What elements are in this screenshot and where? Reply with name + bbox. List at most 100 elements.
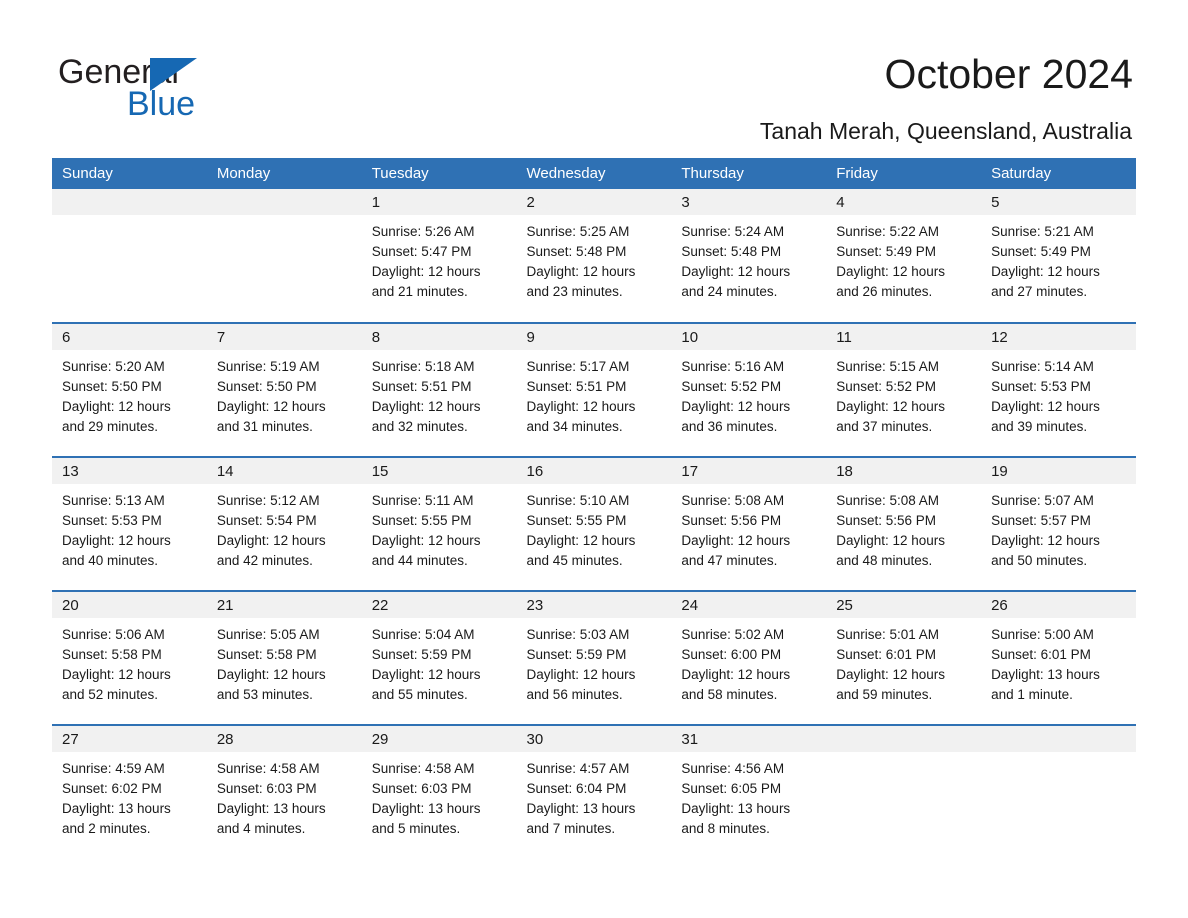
day-sunrise-text: Sunrise: 4:57 AM bbox=[526, 761, 630, 776]
day-daylight1-text: Daylight: 13 hours bbox=[991, 667, 1100, 682]
calendar-day-cell[interactable]: 15 Sunrise: 5:11 AM Sunset: 5:55 PM Dayligh… bbox=[361, 456, 517, 591]
day-number: 5 bbox=[981, 189, 1136, 215]
day-sunrise-text: Sunrise: 5:17 AM bbox=[526, 359, 630, 374]
calendar-day-cell[interactable]: 6 Sunrise: 5:20 AM Sunset: 5:50 PM Daylight… bbox=[52, 322, 207, 457]
day-sunrise-text: Sunrise: 5:21 AM bbox=[991, 224, 1094, 239]
calendar-day-cell[interactable]: 5 Sunrise: 5:21 AM Sunset: 5:49 PM Daylight… bbox=[981, 189, 1136, 323]
calendar-day-cell[interactable]: 28 Sunrise: 4:58 AM Sunset: 6:03 PM Dayligh… bbox=[206, 724, 362, 859]
day-number: 25 bbox=[826, 592, 982, 618]
day-daylight2-text: and 7 minutes. bbox=[526, 821, 616, 836]
day-number bbox=[52, 189, 207, 215]
calendar-day-cell[interactable]: 14 Sunrise: 5:12 AM Sunset: 5:54 PM Dayligh… bbox=[206, 456, 362, 591]
day-daylight2-text: and 44 minutes. bbox=[371, 553, 468, 568]
calendar-week-row: 27 Sunrise: 4:59 AM Sunset: 6:02 PM Dayligh… bbox=[52, 724, 1136, 859]
day-sunset-text: Sunset: 5:47 PM bbox=[371, 244, 472, 259]
day-sun-info: Sunrise: 4:58 AM Sunset: 6:03 PM Daylight:… bbox=[362, 752, 517, 839]
calendar-day-cell[interactable]: 10 Sunrise: 5:16 AM Sunset: 5:52 PM Dayligh… bbox=[671, 322, 827, 457]
calendar-day-cell[interactable]: 17 Sunrise: 5:08 AM Sunset: 5:56 PM Dayligh… bbox=[671, 456, 827, 591]
day-sunset-text: Sunset: 5:59 PM bbox=[371, 647, 472, 662]
day-sunrise-text: Sunrise: 5:25 AM bbox=[526, 224, 630, 239]
calendar-day-cell[interactable]: 30 Sunrise: 4:57 AM Sunset: 6:04 PM Dayligh… bbox=[516, 724, 672, 859]
day-daylight1-text: Daylight: 12 hours bbox=[62, 533, 171, 548]
page-title: October 2024 bbox=[884, 51, 1133, 97]
day-daylight2-text: and 31 minutes. bbox=[216, 419, 313, 434]
day-daylight1-text: Daylight: 13 hours bbox=[681, 801, 791, 816]
calendar-day-cell[interactable]: 27 Sunrise: 4:59 AM Sunset: 6:02 PM Dayligh… bbox=[52, 724, 207, 859]
day-number: 31 bbox=[671, 726, 827, 752]
day-daylight2-text: and 55 minutes. bbox=[371, 687, 468, 702]
day-number: 8 bbox=[361, 324, 517, 350]
day-sunrise-text: Sunrise: 5:26 AM bbox=[371, 224, 475, 239]
day-sunrise-text: Sunrise: 5:07 AM bbox=[991, 493, 1094, 508]
calendar-day-cell[interactable]: 31 Sunrise: 4:56 AM Sunset: 6:05 PM Dayligh… bbox=[671, 724, 827, 859]
calendar-day-cell[interactable]: 2 Sunrise: 5:25 AM Sunset: 5:48 PM Daylight… bbox=[516, 189, 672, 323]
day-sun-info: Sunrise: 5:08 AM Sunset: 5:56 PM Daylight:… bbox=[671, 484, 826, 571]
day-sunset-text: Sunset: 5:51 PM bbox=[371, 379, 472, 394]
day-sunrise-text: Sunrise: 5:14 AM bbox=[991, 359, 1094, 374]
calendar-day-cell[interactable]: 21 Sunrise: 5:05 AM Sunset: 5:58 PM Dayligh… bbox=[206, 590, 362, 725]
day-daylight1-text: Daylight: 12 hours bbox=[681, 264, 791, 279]
calendar-day-cell[interactable]: 9 Sunrise: 5:17 AM Sunset: 5:51 PM Daylight… bbox=[516, 322, 672, 457]
day-sun-info: Sunrise: 5:05 AM Sunset: 5:58 PM Daylight:… bbox=[207, 618, 362, 705]
general-blue-logo[interactable]: General Blue bbox=[58, 52, 358, 124]
day-sun-info: Sunrise: 5:12 AM Sunset: 5:54 PM Daylight:… bbox=[207, 484, 362, 571]
calendar-day-cell[interactable]: 24 Sunrise: 5:02 AM Sunset: 6:00 PM Dayligh… bbox=[671, 590, 827, 725]
calendar-day-cell[interactable]: 8 Sunrise: 5:18 AM Sunset: 5:51 PM Daylight… bbox=[361, 322, 517, 457]
day-sunrise-text: Sunrise: 5:13 AM bbox=[62, 493, 165, 508]
day-sunset-text: Sunset: 6:03 PM bbox=[371, 781, 472, 796]
day-sun-info bbox=[826, 752, 981, 759]
day-number: 30 bbox=[516, 726, 672, 752]
day-sunset-text: Sunset: 6:03 PM bbox=[216, 781, 317, 796]
day-daylight1-text: Daylight: 12 hours bbox=[991, 533, 1100, 548]
calendar-day-cell[interactable]: 20 Sunrise: 5:06 AM Sunset: 5:58 PM Dayligh… bbox=[52, 590, 207, 725]
calendar-day-cell[interactable]: 13 Sunrise: 5:13 AM Sunset: 5:53 PM Dayligh… bbox=[52, 456, 207, 591]
day-daylight2-text: and 39 minutes. bbox=[991, 419, 1088, 434]
day-daylight1-text: Daylight: 13 hours bbox=[216, 801, 326, 816]
calendar-day-cell[interactable]: 18 Sunrise: 5:08 AM Sunset: 5:56 PM Dayligh… bbox=[826, 456, 982, 591]
day-number: 22 bbox=[361, 592, 517, 618]
day-sunset-text: Sunset: 5:49 PM bbox=[991, 244, 1091, 259]
day-number bbox=[206, 189, 362, 215]
day-sunrise-text: Sunrise: 4:58 AM bbox=[371, 761, 475, 776]
day-daylight1-text: Daylight: 12 hours bbox=[991, 264, 1100, 279]
calendar-day-cell[interactable]: 11 Sunrise: 5:15 AM Sunset: 5:52 PM Dayligh… bbox=[826, 322, 982, 457]
day-sun-info: Sunrise: 5:25 AM Sunset: 5:48 PM Daylight:… bbox=[517, 215, 672, 302]
day-sun-info: Sunrise: 5:14 AM Sunset: 5:53 PM Daylight:… bbox=[981, 350, 1136, 437]
calendar-day-cell[interactable]: 3 Sunrise: 5:24 AM Sunset: 5:48 PM Daylight… bbox=[671, 189, 827, 323]
day-number: 1 bbox=[361, 189, 517, 215]
day-daylight2-text: and 48 minutes. bbox=[836, 553, 933, 568]
day-number: 4 bbox=[826, 189, 982, 215]
day-number: 24 bbox=[671, 592, 827, 618]
day-sunrise-text: Sunrise: 5:10 AM bbox=[526, 493, 630, 508]
day-daylight1-text: Daylight: 12 hours bbox=[526, 667, 636, 682]
day-daylight2-text: and 40 minutes. bbox=[62, 553, 159, 568]
calendar-day-cell[interactable]: 4 Sunrise: 5:22 AM Sunset: 5:49 PM Daylight… bbox=[826, 189, 982, 323]
day-sunset-text: Sunset: 5:50 PM bbox=[62, 379, 162, 394]
weekday-header-wednesday: Wednesday bbox=[516, 158, 672, 189]
day-sunset-text: Sunset: 5:48 PM bbox=[526, 244, 627, 259]
calendar-day-cell[interactable]: 1 Sunrise: 5:26 AM Sunset: 5:47 PM Daylight… bbox=[361, 189, 517, 323]
calendar-day-cell[interactable]: 29 Sunrise: 4:58 AM Sunset: 6:03 PM Dayligh… bbox=[361, 724, 517, 859]
calendar-day-cell[interactable]: 19 Sunrise: 5:07 AM Sunset: 5:57 PM Dayligh… bbox=[981, 456, 1136, 591]
day-sunset-text: Sunset: 5:50 PM bbox=[216, 379, 317, 394]
day-sunset-text: Sunset: 5:52 PM bbox=[836, 379, 937, 394]
calendar-day-cell[interactable]: 26 Sunrise: 5:00 AM Sunset: 6:01 PM Dayligh… bbox=[981, 590, 1136, 725]
calendar-day-cell[interactable]: 12 Sunrise: 5:14 AM Sunset: 5:53 PM Dayligh… bbox=[981, 322, 1136, 457]
calendar-day-cell[interactable]: 25 Sunrise: 5:01 AM Sunset: 6:01 PM Dayligh… bbox=[826, 590, 982, 725]
day-sunset-text: Sunset: 6:01 PM bbox=[836, 647, 937, 662]
day-sun-info: Sunrise: 4:59 AM Sunset: 6:02 PM Daylight:… bbox=[52, 752, 207, 839]
day-daylight1-text: Daylight: 13 hours bbox=[62, 801, 171, 816]
calendar-day-cell[interactable]: 7 Sunrise: 5:19 AM Sunset: 5:50 PM Daylight… bbox=[206, 322, 362, 457]
page-subtitle: Tanah Merah, Queensland, Australia bbox=[759, 118, 1132, 144]
day-sun-info: Sunrise: 5:03 AM Sunset: 5:59 PM Daylight:… bbox=[517, 618, 672, 705]
day-daylight2-text: and 50 minutes. bbox=[991, 553, 1088, 568]
calendar-body: 1 Sunrise: 5:26 AM Sunset: 5:47 PM Daylight… bbox=[52, 189, 1136, 859]
calendar-day-cell[interactable]: 23 Sunrise: 5:03 AM Sunset: 5:59 PM Dayligh… bbox=[516, 590, 672, 725]
calendar-day-cell[interactable]: 16 Sunrise: 5:10 AM Sunset: 5:55 PM Dayligh… bbox=[516, 456, 672, 591]
calendar-table: Sunday Monday Tuesday Wednesday Thursday… bbox=[52, 158, 1136, 859]
day-daylight1-text: Daylight: 12 hours bbox=[371, 264, 481, 279]
day-daylight1-text: Daylight: 12 hours bbox=[836, 264, 946, 279]
calendar-day-cell[interactable]: 22 Sunrise: 5:04 AM Sunset: 5:59 PM Dayligh… bbox=[361, 590, 517, 725]
calendar-day-cell-empty bbox=[52, 189, 207, 323]
day-sun-info: Sunrise: 5:21 AM Sunset: 5:49 PM Daylight:… bbox=[981, 215, 1136, 302]
